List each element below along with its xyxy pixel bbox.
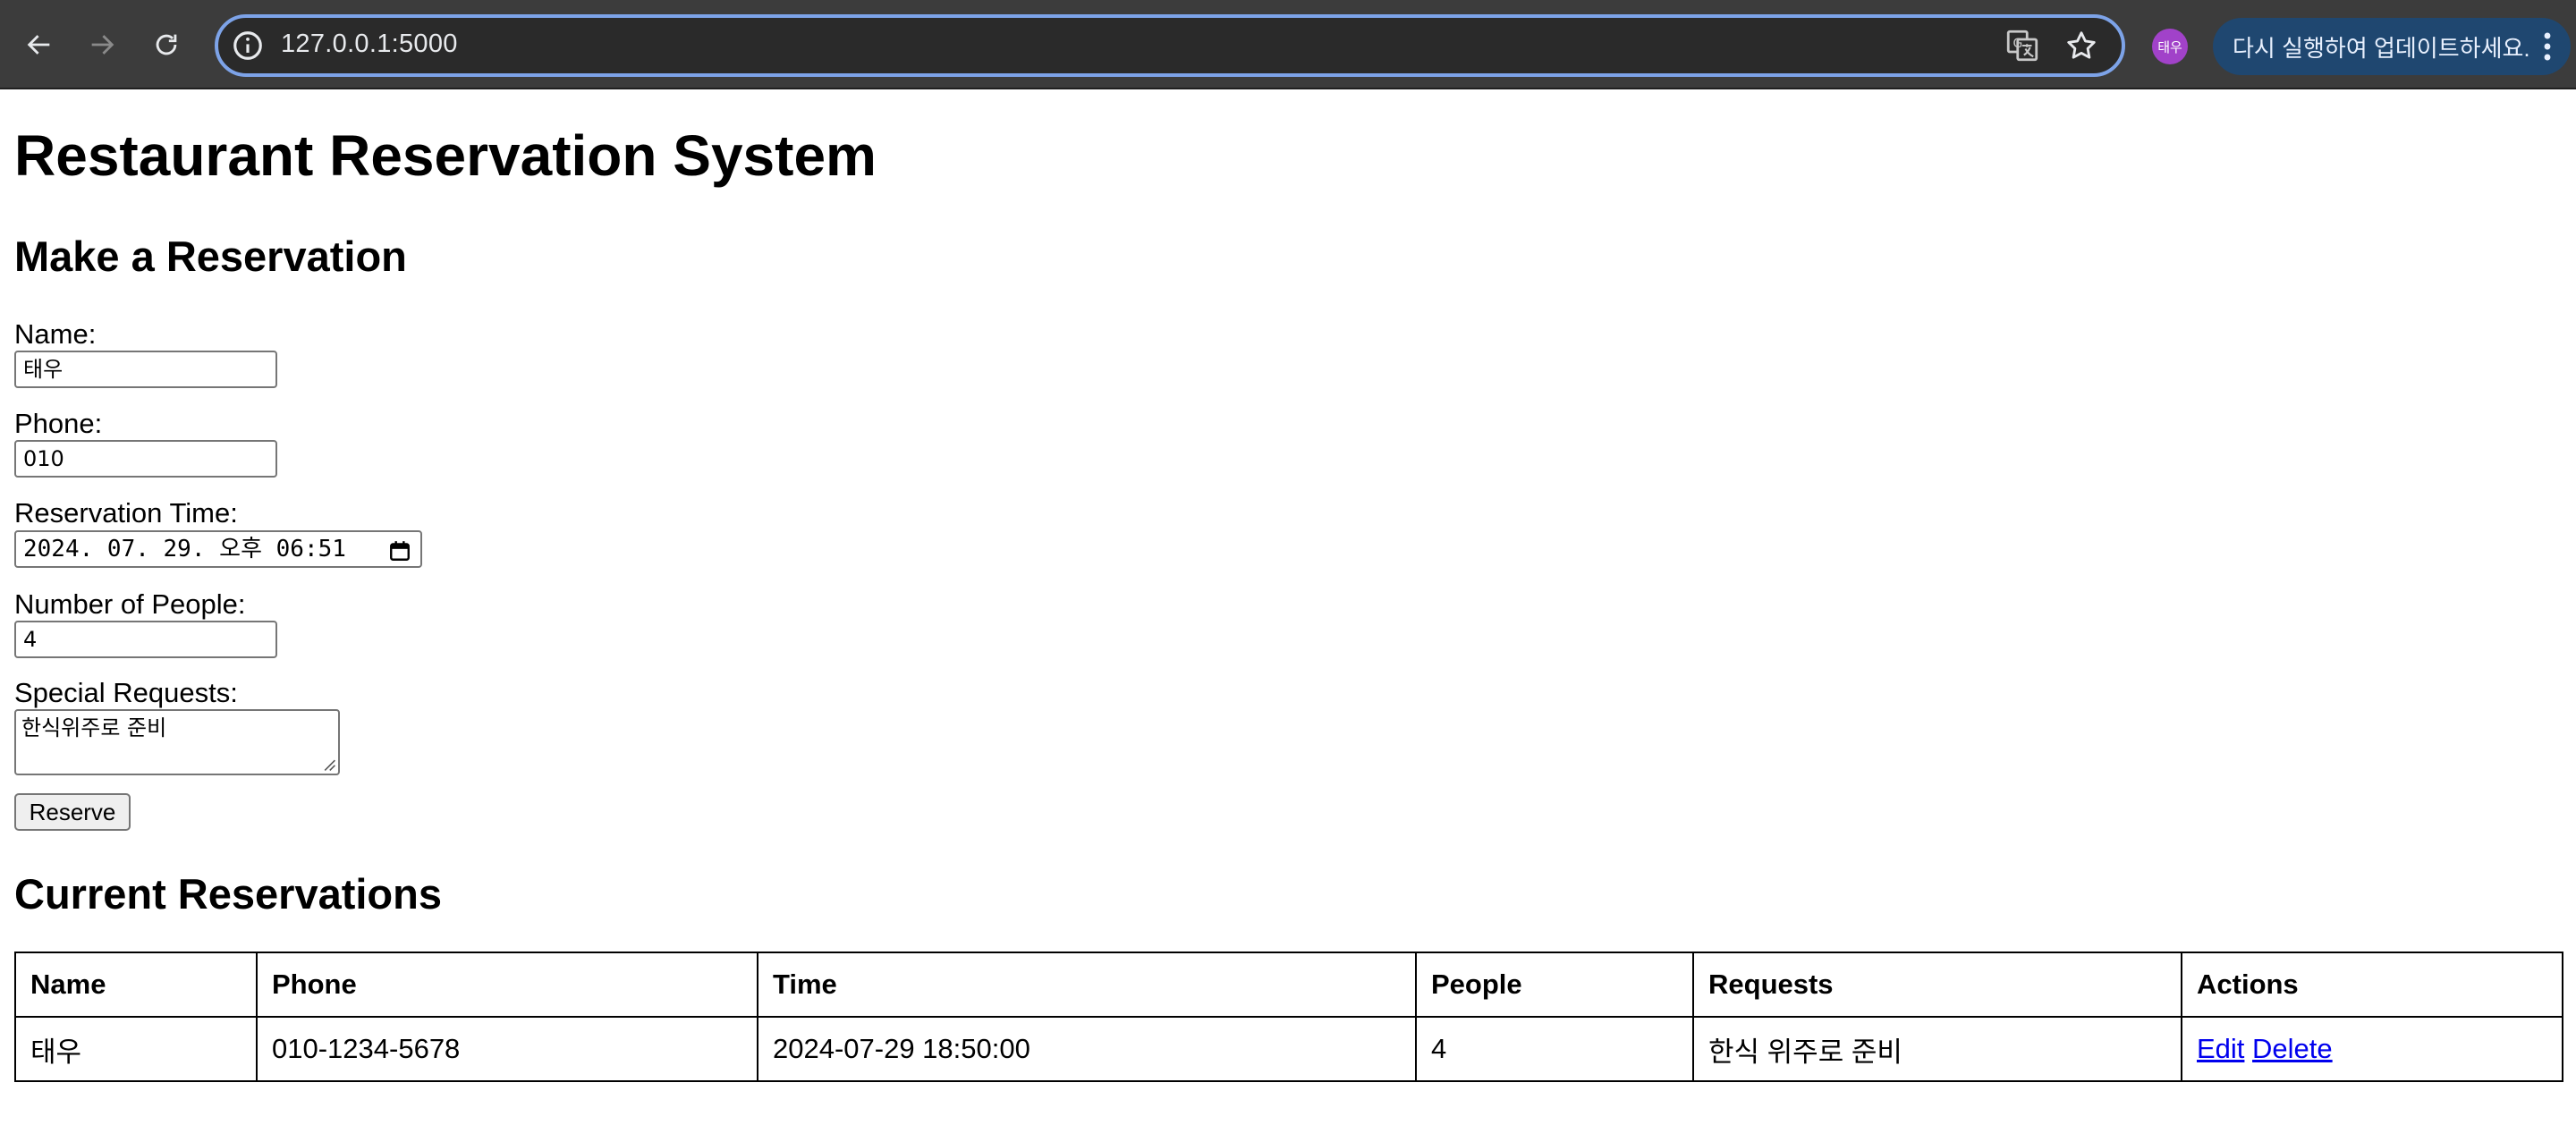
- calendar-icon[interactable]: [388, 539, 411, 562]
- svg-text:G: G: [2013, 37, 2023, 51]
- column-header-people: People: [1415, 952, 1694, 1018]
- cell-actions: Edit Delete: [2181, 1016, 2563, 1082]
- site-info-icon[interactable]: [231, 29, 265, 63]
- browser-toolbar: 127.0.0.1:5000 G 태우 다시 실행하여 업데이트하세요.: [0, 0, 2576, 89]
- reserve-button[interactable]: Reserve: [14, 793, 131, 831]
- reservation-time-input[interactable]: 2024. 07. 29. 오후 06:51: [14, 530, 422, 568]
- update-label: 다시 실행하여 업데이트하세요.: [2233, 34, 2530, 62]
- requests-value: 한식위주로 준비: [21, 715, 167, 740]
- delete-link[interactable]: Delete: [2252, 1033, 2333, 1064]
- column-header-requests: Requests: [1692, 952, 2182, 1018]
- update-button[interactable]: 다시 실행하여 업데이트하세요.: [2213, 18, 2571, 75]
- cell-time: 2024-07-29 18:50:00: [757, 1016, 1417, 1082]
- reload-icon: [156, 34, 177, 55]
- table-header-row: Name Phone Time People Requests Actions: [14, 952, 2563, 1018]
- name-input[interactable]: 태우: [14, 351, 277, 388]
- profile-avatar[interactable]: 태우: [2152, 29, 2188, 64]
- column-header-name: Name: [14, 952, 258, 1018]
- forward-button[interactable]: [77, 20, 127, 70]
- table-row: 태우 010-1234-5678 2024-07-29 18:50:00 4 한…: [14, 1016, 2563, 1082]
- more-menu-icon[interactable]: [2540, 30, 2555, 63]
- phone-label: Phone:: [14, 408, 103, 439]
- people-input[interactable]: 4: [14, 621, 277, 658]
- cell-phone: 010-1234-5678: [256, 1016, 758, 1082]
- cell-people: 4: [1415, 1016, 1694, 1082]
- form-heading: Make a Reservation: [14, 233, 407, 280]
- resize-grip-icon[interactable]: [322, 757, 336, 772]
- column-header-time: Time: [757, 952, 1417, 1018]
- phone-input[interactable]: 010: [14, 440, 277, 478]
- url-text[interactable]: 127.0.0.1:5000: [281, 30, 458, 59]
- column-header-phone: Phone: [256, 952, 758, 1018]
- time-label: Reservation Time:: [14, 497, 238, 529]
- requests-textarea[interactable]: 한식위주로 준비: [14, 709, 340, 775]
- forward-arrow-icon: [91, 35, 114, 55]
- page-title: Restaurant Reservation System: [14, 123, 877, 188]
- back-arrow-icon: [27, 35, 50, 55]
- cell-requests: 한식 위주로 준비: [1692, 1016, 2182, 1082]
- translate-icon[interactable]: G: [2004, 27, 2041, 64]
- column-header-actions: Actions: [2181, 952, 2563, 1018]
- cell-name: 태우: [14, 1016, 258, 1082]
- people-label: Number of People:: [14, 588, 246, 620]
- edit-link[interactable]: Edit: [2197, 1033, 2244, 1064]
- reservations-table: Name Phone Time People Requests Actions …: [14, 952, 2563, 1082]
- reload-button[interactable]: [141, 20, 191, 70]
- name-label: Name:: [14, 318, 97, 350]
- reservation-time-value: 2024. 07. 29. 오후 06:51: [23, 536, 346, 562]
- requests-label: Special Requests:: [14, 677, 238, 708]
- bookmark-star-icon[interactable]: [2064, 29, 2098, 63]
- back-button[interactable]: [14, 20, 64, 70]
- address-bar[interactable]: 127.0.0.1:5000 G: [215, 14, 2125, 77]
- reservations-heading: Current Reservations: [14, 870, 442, 918]
